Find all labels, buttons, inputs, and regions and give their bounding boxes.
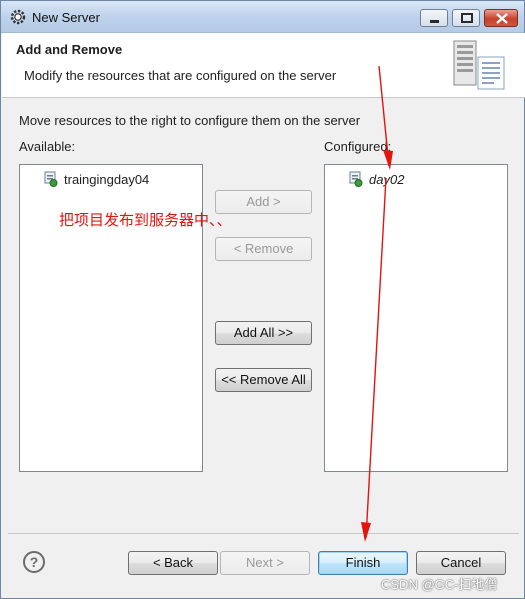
configured-list[interactable]: day02: [324, 164, 508, 472]
finish-button[interactable]: Finish: [318, 551, 408, 575]
next-button[interactable]: Next >: [220, 551, 310, 575]
back-button[interactable]: < Back: [128, 551, 218, 575]
remove-all-button[interactable]: << Remove All: [215, 368, 312, 392]
window-title: New Server: [32, 10, 100, 25]
web-module-icon: [44, 171, 58, 187]
maximize-icon: [461, 13, 473, 23]
close-button[interactable]: [484, 9, 518, 27]
annotation-text: 把项目发布到服务器中、、: [59, 211, 232, 229]
eclipse-gear-icon: [10, 9, 26, 25]
list-item-label: traingingday04: [64, 171, 150, 187]
configured-label: Configured:: [324, 139, 392, 154]
footer-divider: [8, 533, 519, 534]
new-server-dialog: New Server Add and Remove Modify the res…: [0, 0, 525, 599]
wizard-header: Add and Remove Modify the resources that…: [2, 33, 525, 98]
remove-button[interactable]: < Remove: [215, 237, 312, 261]
minimize-icon: [430, 20, 439, 23]
list-item[interactable]: day02: [349, 170, 404, 188]
close-icon: [496, 13, 508, 24]
web-module-icon: [349, 171, 363, 187]
list-item[interactable]: traingingday04: [44, 170, 149, 188]
help-button[interactable]: ?: [23, 551, 45, 573]
add-all-button[interactable]: Add All >>: [215, 321, 312, 345]
watermark: CSDN @GC-扫地僧: [381, 577, 498, 592]
instruction-text: Move resources to the right to configure…: [19, 113, 361, 128]
server-wizard-icon: [453, 40, 505, 90]
minimize-button[interactable]: [420, 9, 448, 27]
available-label: Available:: [19, 139, 76, 154]
list-item-label: day02: [369, 171, 405, 187]
cancel-button[interactable]: Cancel: [416, 551, 506, 575]
title-bar[interactable]: New Server: [1, 1, 524, 33]
maximize-button[interactable]: [452, 9, 480, 27]
page-description: Modify the resources that are configured…: [24, 68, 337, 83]
page-title: Add and Remove: [16, 42, 123, 57]
